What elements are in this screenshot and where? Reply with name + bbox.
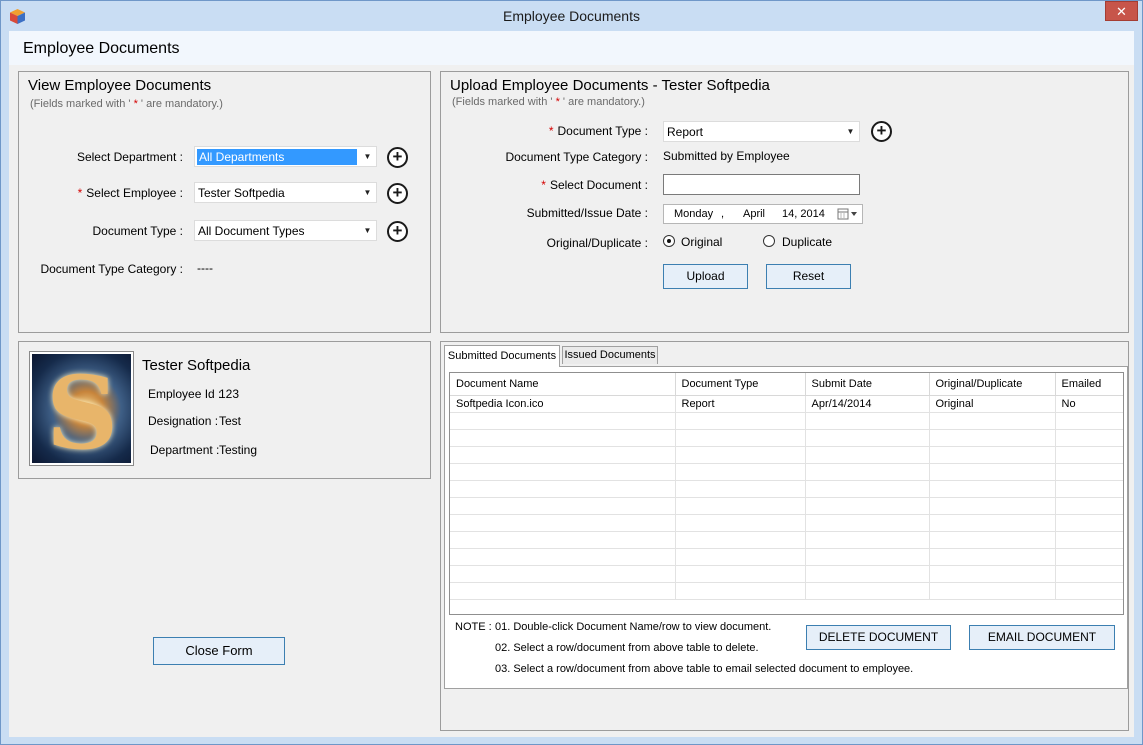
note-line-2: 02. Select a row/document from above tab…	[495, 642, 759, 654]
col-header-emailed[interactable]: Emailed	[1055, 373, 1123, 396]
tab-issued-documents[interactable]: Issued Documents	[562, 346, 658, 364]
note-label: NOTE :	[455, 621, 492, 633]
empty-row	[450, 548, 1123, 566]
employee-department-label: Department :	[150, 443, 220, 457]
calendar-icon[interactable]	[837, 207, 859, 221]
empty-row	[450, 412, 1123, 430]
employee-photo: S	[29, 351, 134, 466]
date-sep: ,	[721, 208, 725, 220]
col-header-original-duplicate[interactable]: Original/Duplicate	[929, 373, 1056, 396]
cell-document-type[interactable]: Report	[675, 395, 806, 413]
app-window: Employee Documents ✕ Employee Documents …	[0, 0, 1143, 745]
upload-doctype-label: * Document Type :	[548, 124, 648, 138]
duplicate-radio[interactable]	[763, 235, 775, 247]
table-header-row: Document Name Document Type Submit Date …	[450, 373, 1123, 396]
col-header-document-name[interactable]: Document Name	[450, 373, 676, 396]
email-document-button[interactable]: EMAIL DOCUMENT	[969, 625, 1115, 650]
view-doctype-label: Document Type :	[92, 224, 184, 238]
documents-table[interactable]: Document Name Document Type Submit Date …	[449, 372, 1124, 615]
employee-label: * Select Employee :	[77, 186, 183, 200]
form-client-area: Employee Documents View Employee Documen…	[9, 31, 1134, 737]
date-day: Monday	[674, 208, 714, 220]
reset-button[interactable]: Reset	[766, 264, 851, 289]
date-day-year: 14, 2014	[782, 208, 825, 220]
submit-date-picker[interactable]: Monday , April 14, 2014	[663, 204, 863, 224]
duplicate-radio-label[interactable]: Duplicate	[782, 235, 832, 249]
view-panel-title: View Employee Documents	[28, 77, 212, 94]
submitted-documents-tab-panel: Document Name Document Type Submit Date …	[444, 366, 1128, 689]
designation-value: Test	[219, 414, 242, 428]
select-document-input[interactable]	[663, 174, 860, 195]
note-line-1: 01. Double-click Document Name/row to vi…	[495, 621, 772, 633]
window-close-button[interactable]: ✕	[1105, 1, 1138, 21]
title-bar[interactable]: Employee Documents ✕	[1, 1, 1142, 31]
empty-row	[450, 565, 1123, 583]
form-header: Employee Documents	[9, 31, 1134, 65]
add-department-button[interactable]: +	[387, 147, 408, 168]
date-month: April	[743, 208, 766, 220]
department-label: Select Department :	[76, 150, 183, 164]
logo-letter: S	[46, 354, 119, 463]
view-category-label: Document Type Category :	[40, 262, 183, 276]
col-header-submit-date[interactable]: Submit Date	[805, 373, 930, 396]
upload-category-label: Document Type Category :	[505, 150, 648, 164]
window-title: Employee Documents	[503, 8, 640, 24]
chevron-down-icon: ▼	[846, 127, 855, 136]
upload-mandatory-note: (Fields marked with ' * ' are mandatory.…	[452, 96, 645, 108]
department-selected-value: All Departments	[197, 149, 357, 165]
view-mandatory-note: (Fields marked with ' * ' are mandatory.…	[30, 98, 223, 110]
employee-name: Tester Softpedia	[142, 357, 251, 374]
designation-label: Designation :	[148, 414, 219, 428]
department-select[interactable]: All Departments ▼	[194, 146, 377, 167]
form-heading: Employee Documents	[23, 40, 180, 57]
original-radio[interactable]	[663, 235, 675, 247]
employee-select[interactable]: Tester Softpedia ▼	[194, 182, 377, 203]
upload-doctype-selected-value: Report	[667, 125, 704, 139]
documents-list-panel: Submitted Documents Issued Documents Doc…	[440, 341, 1129, 731]
empty-row	[450, 582, 1123, 600]
employee-selected-value: Tester Softpedia	[198, 186, 285, 200]
upload-documents-panel: Upload Employee Documents - Tester Softp…	[440, 71, 1129, 333]
delete-document-button[interactable]: DELETE DOCUMENT	[806, 625, 951, 650]
view-category-value: ----	[197, 261, 213, 275]
empty-row	[450, 463, 1123, 481]
cell-original-duplicate[interactable]: Original	[929, 395, 1056, 413]
add-employee-button[interactable]: +	[387, 183, 408, 204]
view-doctype-select[interactable]: All Document Types ▼	[194, 220, 377, 241]
empty-row	[450, 446, 1123, 464]
chevron-down-icon: ▼	[363, 226, 372, 235]
upload-doctype-select[interactable]: Report ▼	[663, 121, 860, 142]
employee-id-value: 123	[219, 387, 240, 401]
empty-row	[450, 480, 1123, 498]
view-documents-panel: View Employee Documents (Fields marked w…	[18, 71, 431, 333]
softpedia-logo-image: S	[32, 354, 131, 463]
upload-category-value: Submitted by Employee	[663, 149, 790, 163]
cell-document-name[interactable]: Softpedia Icon.ico	[450, 395, 676, 413]
chevron-down-icon: ▼	[363, 152, 372, 161]
empty-row	[450, 497, 1123, 515]
empty-row	[450, 531, 1123, 549]
close-form-button[interactable]: Close Form	[153, 637, 285, 665]
submit-date-label: Submitted/Issue Date :	[526, 206, 648, 220]
empty-row	[450, 514, 1123, 532]
tab-submitted-documents[interactable]: Submitted Documents	[444, 345, 560, 367]
add-upload-doctype-button[interactable]: +	[871, 121, 892, 142]
col-header-document-type[interactable]: Document Type	[675, 373, 806, 396]
select-document-label: * Select Document :	[541, 178, 648, 192]
chevron-down-icon: ▼	[363, 188, 372, 197]
empty-row	[450, 429, 1123, 447]
orig-dup-label: Original/Duplicate :	[546, 236, 648, 250]
original-radio-label[interactable]: Original	[681, 235, 722, 249]
view-doctype-selected-value: All Document Types	[198, 224, 305, 238]
note-line-3: 03. Select a row/document from above tab…	[495, 663, 914, 675]
upload-panel-title: Upload Employee Documents - Tester Softp…	[450, 77, 770, 94]
employee-id-label: Employee Id :	[148, 387, 222, 401]
add-doctype-button[interactable]: +	[387, 221, 408, 242]
employee-department-value: Testing	[219, 443, 258, 457]
cell-submit-date[interactable]: Apr/14/2014	[805, 395, 930, 413]
table-row[interactable]: Softpedia Icon.ico Report Apr/14/2014 Or…	[450, 395, 1123, 413]
upload-button[interactable]: Upload	[663, 264, 748, 289]
employee-card: S Tester Softpedia Employee Id : 123 Des…	[18, 341, 431, 479]
cell-emailed[interactable]: No	[1055, 395, 1123, 413]
